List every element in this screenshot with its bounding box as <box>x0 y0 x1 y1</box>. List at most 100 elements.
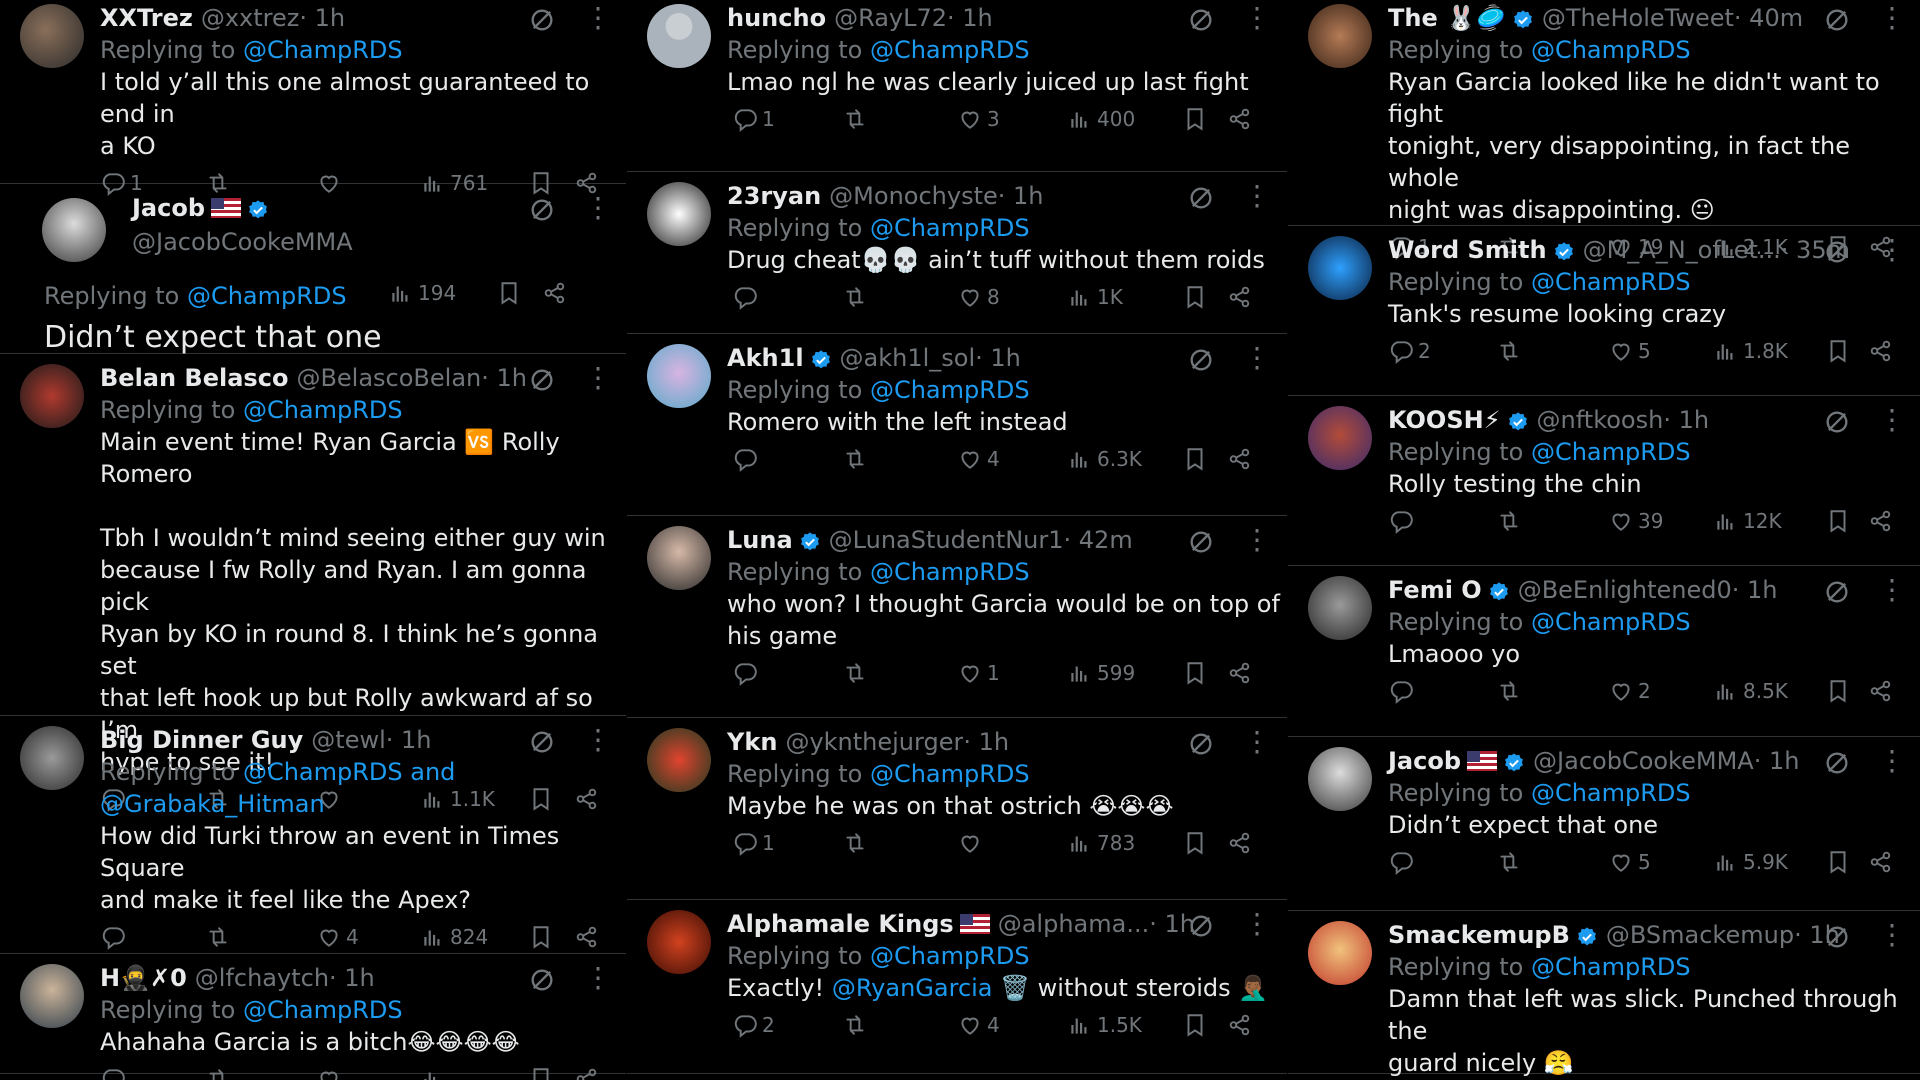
avatar[interactable] <box>42 198 106 262</box>
repost-button[interactable] <box>1496 678 1526 704</box>
grok-icon[interactable] <box>1187 528 1215 556</box>
timestamp[interactable]: · 1h <box>299 2 345 34</box>
bookmark-button[interactable] <box>1182 660 1212 686</box>
replying-to-mention[interactable]: @ChampRDS <box>870 760 1030 788</box>
avatar[interactable] <box>647 910 711 974</box>
share-button[interactable] <box>1868 508 1898 534</box>
like-button[interactable]: 4 <box>957 1012 1000 1038</box>
like-button[interactable]: 39 <box>1608 508 1663 534</box>
repost-button[interactable] <box>842 660 872 686</box>
reply-tweet[interactable]: Belan Belasco @BelascoBelan · 1h Replying … <box>0 360 626 812</box>
display-name[interactable]: 23ryan <box>727 180 821 212</box>
more-icon[interactable]: ⋮ <box>584 364 612 396</box>
views-button[interactable]: 599 <box>1067 660 1135 686</box>
reply-tweet[interactable]: Big Dinner Guy @tewl · 1h Replying to @Cha… <box>0 722 626 954</box>
reply-button[interactable]: 1 <box>732 830 775 856</box>
more-icon[interactable]: ⋮ <box>1878 236 1906 268</box>
grok-icon[interactable] <box>528 728 556 756</box>
bookmark-button[interactable] <box>1825 849 1855 875</box>
avatar[interactable] <box>1308 406 1372 470</box>
views-button[interactable]: 5.9K <box>1713 849 1788 875</box>
user-handle[interactable]: @akh1l_sol <box>840 342 976 374</box>
share-button[interactable] <box>1227 284 1257 310</box>
share-button[interactable] <box>1227 106 1257 132</box>
display-name[interactable]: Jacob <box>1388 745 1461 777</box>
reply-button[interactable] <box>1388 678 1418 704</box>
repost-button[interactable] <box>1496 849 1526 875</box>
grok-icon[interactable] <box>1187 346 1215 374</box>
avatar[interactable] <box>20 4 84 68</box>
user-handle[interactable]: @LunaStudentNur1 <box>829 524 1064 556</box>
share-button[interactable] <box>1868 338 1898 364</box>
reply-button[interactable]: 2 <box>732 1012 775 1038</box>
reply-tweet[interactable]: Word Smith @M_A_N_ofLet... · 35m Replying … <box>1288 232 1920 396</box>
avatar[interactable] <box>647 344 711 408</box>
more-icon[interactable]: ⋮ <box>1243 344 1271 376</box>
user-handle[interactable]: @BSmackemup <box>1606 919 1794 951</box>
share-button[interactable] <box>1868 678 1898 704</box>
bookmark-button[interactable] <box>1182 284 1212 310</box>
share-button[interactable] <box>1868 849 1898 875</box>
grok-icon[interactable] <box>1823 238 1851 266</box>
reply-tweet[interactable]: Femi O @BeEnlightened0 · 1h Replying to @C… <box>1288 572 1920 737</box>
bookmark-button[interactable] <box>1825 338 1855 364</box>
share-button[interactable] <box>1227 1012 1257 1038</box>
display-name[interactable]: Jacob <box>132 192 205 224</box>
reply-button[interactable] <box>732 446 762 472</box>
grok-icon[interactable] <box>528 196 556 224</box>
reply-tweet[interactable]: KOOSH⚡ @nftkoosh · 1h Replying to @ChampRD… <box>1288 402 1920 566</box>
user-handle[interactable]: @JacobCookeMMA <box>1533 745 1754 777</box>
avatar[interactable] <box>1308 236 1372 300</box>
more-icon[interactable]: ⋮ <box>1878 406 1906 438</box>
reply-tweet[interactable]: Akh1l @akh1l_sol · 1h Replying to @ChampRD… <box>627 340 1287 516</box>
display-name[interactable]: KOOSH⚡ <box>1388 404 1501 436</box>
share-button[interactable] <box>542 280 572 306</box>
user-handle[interactable]: @Monochyste <box>829 180 998 212</box>
user-handle[interactable]: @yknthejurger <box>785 726 963 758</box>
more-icon[interactable]: ⋮ <box>1243 526 1271 558</box>
share-button[interactable] <box>574 924 604 950</box>
user-handle[interactable]: @xxtrez <box>201 2 300 34</box>
user-handle[interactable]: @BelascoBelan <box>296 362 481 394</box>
grok-icon[interactable] <box>528 6 556 34</box>
timestamp[interactable]: · 1h <box>975 342 1021 374</box>
grok-icon[interactable] <box>1823 408 1851 436</box>
reply-tweet[interactable]: SmackemupB @BSmackemup · 1h Replying to @C… <box>1288 917 1920 1077</box>
display-name[interactable]: huncho <box>727 2 826 34</box>
replying-to-mention[interactable]: @ChampRDS <box>1531 268 1691 296</box>
timestamp[interactable]: · 1h <box>947 2 993 34</box>
replying-to-mention[interactable]: @ChampRDS <box>1531 608 1691 636</box>
repost-button[interactable] <box>842 284 872 310</box>
replying-to-mention[interactable]: @ChampRDS <box>1531 438 1691 466</box>
timestamp[interactable]: · 1h <box>481 362 527 394</box>
reply-tweet[interactable]: Ykn @yknthejurger · 1h Replying to @ChampR… <box>627 724 1287 900</box>
repost-button[interactable] <box>842 446 872 472</box>
timestamp[interactable]: · 1h <box>1663 404 1709 436</box>
bookmark-button[interactable] <box>528 1066 558 1080</box>
views-button[interactable]: 783 <box>1067 830 1135 856</box>
timestamp[interactable]: · 1h <box>963 726 1009 758</box>
grok-icon[interactable] <box>1823 749 1851 777</box>
bookmark-button[interactable] <box>1182 830 1212 856</box>
reply-button[interactable]: 1 <box>732 106 775 132</box>
replying-to-mention[interactable]: @ChampRDS <box>870 558 1030 586</box>
display-name[interactable]: H🥷✗0 <box>100 962 187 994</box>
reply-button[interactable] <box>1388 508 1418 534</box>
grok-icon[interactable] <box>528 366 556 394</box>
user-handle[interactable]: @lfchaytch <box>195 962 329 994</box>
user-handle[interactable]: @BeEnlightened0 <box>1518 574 1732 606</box>
avatar[interactable] <box>647 526 711 590</box>
share-button[interactable] <box>574 1066 604 1080</box>
repost-button[interactable] <box>205 924 235 950</box>
more-icon[interactable]: ⋮ <box>1878 747 1906 779</box>
views-button[interactable]: 400 <box>1067 106 1135 132</box>
bookmark-button[interactable] <box>1825 508 1855 534</box>
user-handle[interactable]: @tewl <box>311 724 385 756</box>
replying-to-mention[interactable]: @ChampRDS <box>870 376 1030 404</box>
share-button[interactable] <box>1227 830 1257 856</box>
like-button[interactable] <box>316 1066 346 1080</box>
views-button[interactable]: 6.3K <box>1067 446 1142 472</box>
reply-tweet[interactable]: H🥷✗0 @lfchaytch · 1h Replying to @ChampRDS… <box>0 960 626 1080</box>
avatar[interactable] <box>647 182 711 246</box>
user-handle[interactable]: @nftkoosh <box>1537 404 1664 436</box>
